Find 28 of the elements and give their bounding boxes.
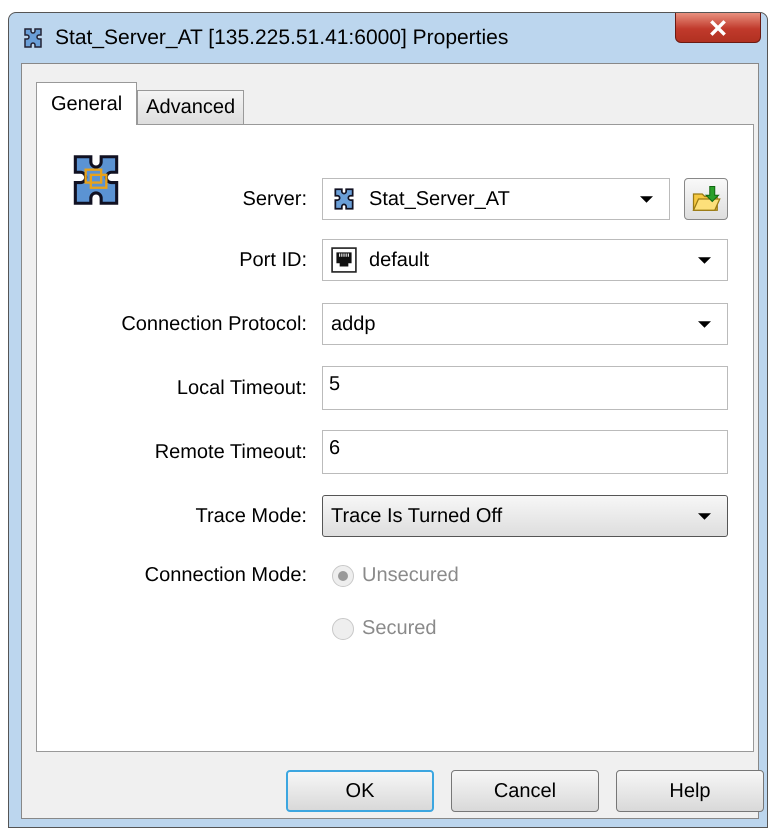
tab[interactable]: General	[36, 82, 138, 125]
field-label: Trace Mode:	[194, 504, 307, 528]
close-icon	[708, 20, 728, 36]
field-label: Server:	[242, 188, 307, 210]
network-port-icon	[331, 247, 357, 273]
caret-icon	[640, 196, 653, 202]
close-button[interactable]	[675, 13, 761, 43]
field-label: Connection Mode:	[144, 563, 307, 587]
dialog-button[interactable]: Cancel	[451, 770, 599, 812]
caret-icon	[698, 512, 711, 520]
dialog-button[interactable]: OK	[286, 770, 434, 812]
folder-icon	[691, 184, 721, 214]
tab[interactable]: Advanced	[137, 90, 244, 124]
field-label: Remote Timeout:	[154, 440, 307, 464]
field-label: Port ID:	[238, 248, 307, 272]
dropdown-field[interactable]: addp	[322, 303, 728, 345]
browse-button[interactable]	[684, 178, 728, 220]
field-label: Local Timeout:	[176, 376, 307, 400]
dialog-button[interactable]: Help	[616, 770, 764, 812]
window-title: Stat_Server_AT [135.225.51.41:6000] Properties	[55, 26, 508, 50]
dropdown-field[interactable]: default	[322, 239, 728, 281]
dropdown-button[interactable]: Trace Is Turned Off	[322, 495, 728, 537]
field-label: Connection Protocol:	[120, 312, 307, 336]
caret-icon	[698, 320, 711, 328]
input-field[interactable]: 5	[322, 366, 728, 410]
input-field[interactable]: 6	[322, 430, 728, 474]
caret-icon	[698, 256, 711, 264]
dropdown-field[interactable]: Stat_Server_AT	[322, 178, 670, 220]
